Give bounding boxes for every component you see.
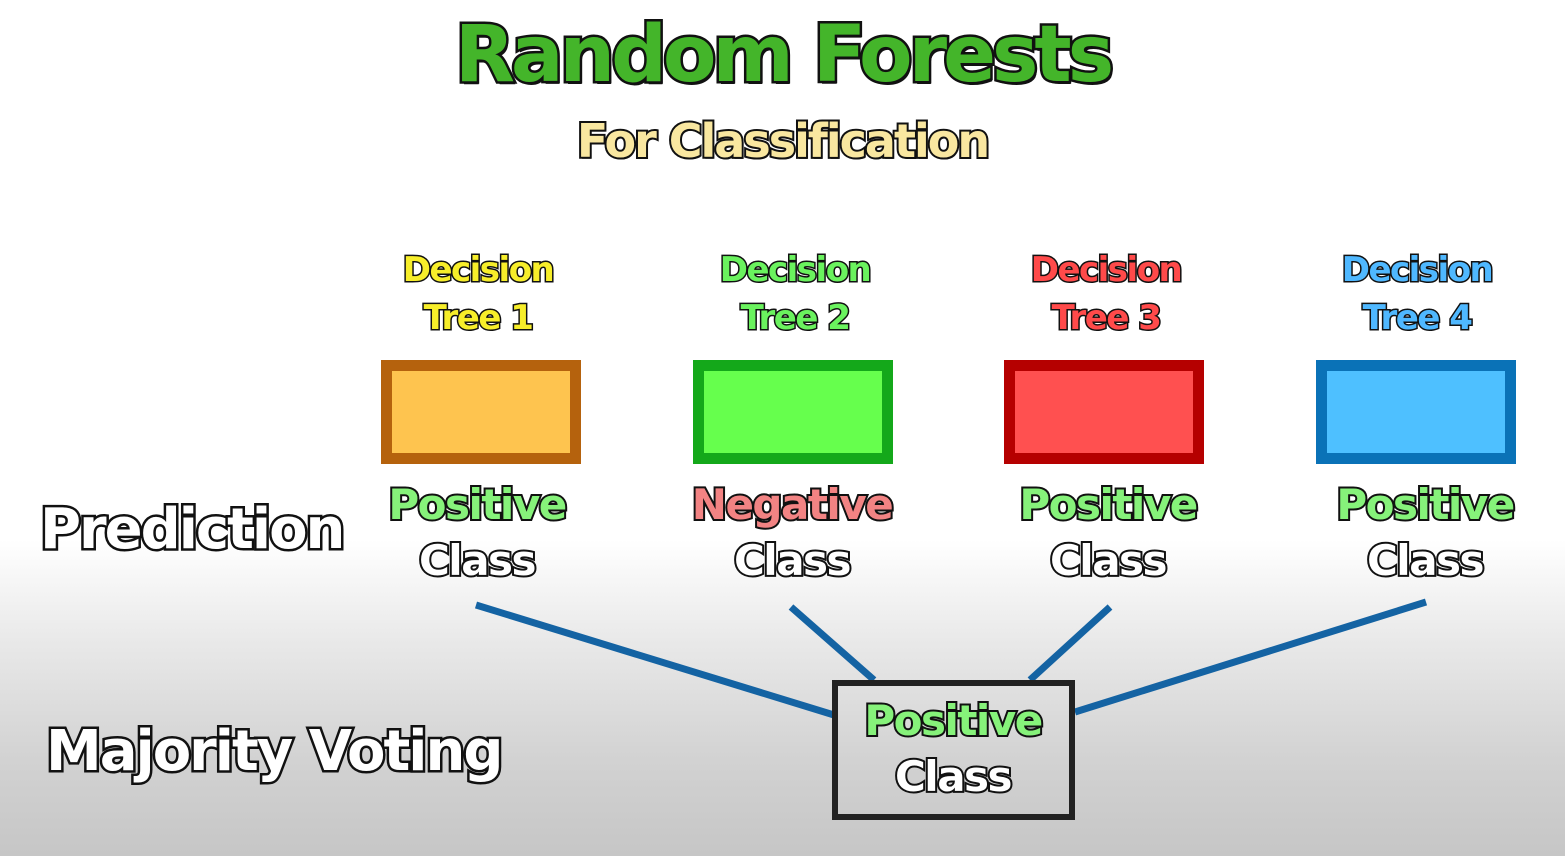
result-word: Positive xyxy=(862,696,1045,745)
result-class: Class xyxy=(893,752,1015,801)
connector-tree-4 xyxy=(1073,598,1428,716)
voting-connectors xyxy=(474,598,1428,719)
connector-tree-2 xyxy=(788,604,877,683)
connector-tree-3 xyxy=(1027,604,1113,683)
connector-tree-1 xyxy=(474,601,836,719)
